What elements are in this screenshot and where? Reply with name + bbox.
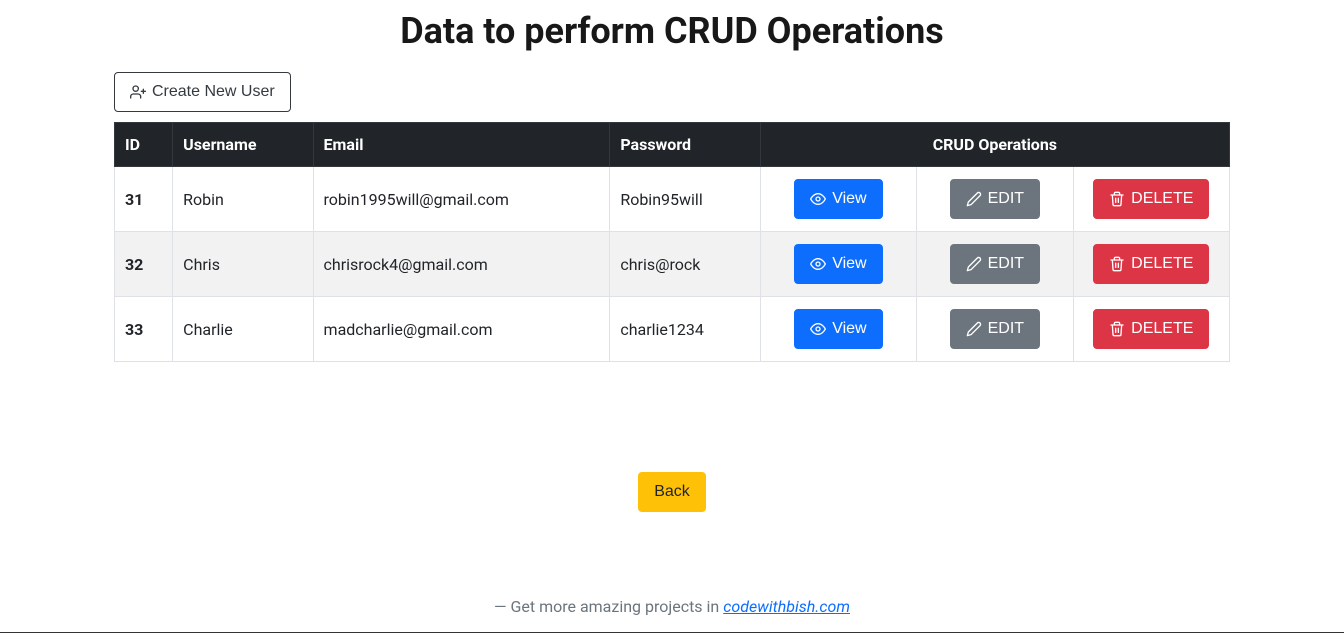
delete-button-label: DELETE — [1131, 187, 1193, 211]
cell-id: 31 — [115, 167, 173, 232]
cell-email: robin1995will@gmail.com — [313, 167, 610, 232]
edit-button[interactable]: EDIT — [950, 179, 1040, 219]
col-header-username: Username — [173, 123, 313, 167]
cell-email: madcharlie@gmail.com — [313, 297, 610, 362]
footer-text: — Get more amazing projects in codewithb… — [0, 597, 1344, 616]
trash-icon — [1109, 321, 1125, 337]
table-row: 31Robinrobin1995will@gmail.comRobin95wil… — [115, 167, 1230, 232]
trash-icon — [1109, 256, 1125, 272]
cell-username: Chris — [173, 232, 313, 297]
view-button-label: View — [832, 187, 866, 211]
view-button[interactable]: View — [794, 309, 882, 349]
eye-icon — [810, 191, 826, 207]
eye-icon — [810, 321, 826, 337]
trash-icon — [1109, 191, 1125, 207]
col-header-password: Password — [610, 123, 760, 167]
view-button[interactable]: View — [794, 179, 882, 219]
cell-password: Robin95will — [610, 167, 760, 232]
view-button[interactable]: View — [794, 244, 882, 284]
edit-button-label: EDIT — [988, 317, 1024, 341]
delete-button[interactable]: DELETE — [1093, 244, 1209, 284]
user-plus-icon — [130, 84, 146, 100]
delete-button[interactable]: DELETE — [1093, 179, 1209, 219]
cell-password: charlie1234 — [610, 297, 760, 362]
cell-password: chris@rock — [610, 232, 760, 297]
cell-email: chrisrock4@gmail.com — [313, 232, 610, 297]
pencil-icon — [966, 191, 982, 207]
back-button[interactable]: Back — [638, 472, 706, 512]
cell-id: 32 — [115, 232, 173, 297]
create-new-user-label: Create New User — [152, 80, 275, 104]
view-button-label: View — [832, 317, 866, 341]
edit-button-label: EDIT — [988, 187, 1024, 211]
delete-button[interactable]: DELETE — [1093, 309, 1209, 349]
pencil-icon — [966, 256, 982, 272]
delete-button-label: DELETE — [1131, 252, 1193, 276]
cell-username: Charlie — [173, 297, 313, 362]
cell-username: Robin — [173, 167, 313, 232]
page-title: Data to perform CRUD Operations — [114, 10, 1230, 52]
view-button-label: View — [832, 252, 866, 276]
back-button-label: Back — [654, 480, 690, 504]
col-header-email: Email — [313, 123, 610, 167]
eye-icon — [810, 256, 826, 272]
col-header-id: ID — [115, 123, 173, 167]
edit-button-label: EDIT — [988, 252, 1024, 276]
pencil-icon — [966, 321, 982, 337]
footer-prefix: — Get more amazing projects in — [494, 597, 723, 616]
users-table: ID Username Email Password CRUD Operatio… — [114, 122, 1230, 362]
edit-button[interactable]: EDIT — [950, 244, 1040, 284]
edit-button[interactable]: EDIT — [950, 309, 1040, 349]
create-new-user-button[interactable]: Create New User — [114, 72, 291, 112]
table-row: 33Charliemadcharlie@gmail.comcharlie1234… — [115, 297, 1230, 362]
cell-id: 33 — [115, 297, 173, 362]
footer-link[interactable]: codewithbish.com — [723, 597, 850, 616]
delete-button-label: DELETE — [1131, 317, 1193, 341]
table-row: 32Chrischrisrock4@gmail.comchris@rock Vie… — [115, 232, 1230, 297]
col-header-operations: CRUD Operations — [760, 123, 1229, 167]
